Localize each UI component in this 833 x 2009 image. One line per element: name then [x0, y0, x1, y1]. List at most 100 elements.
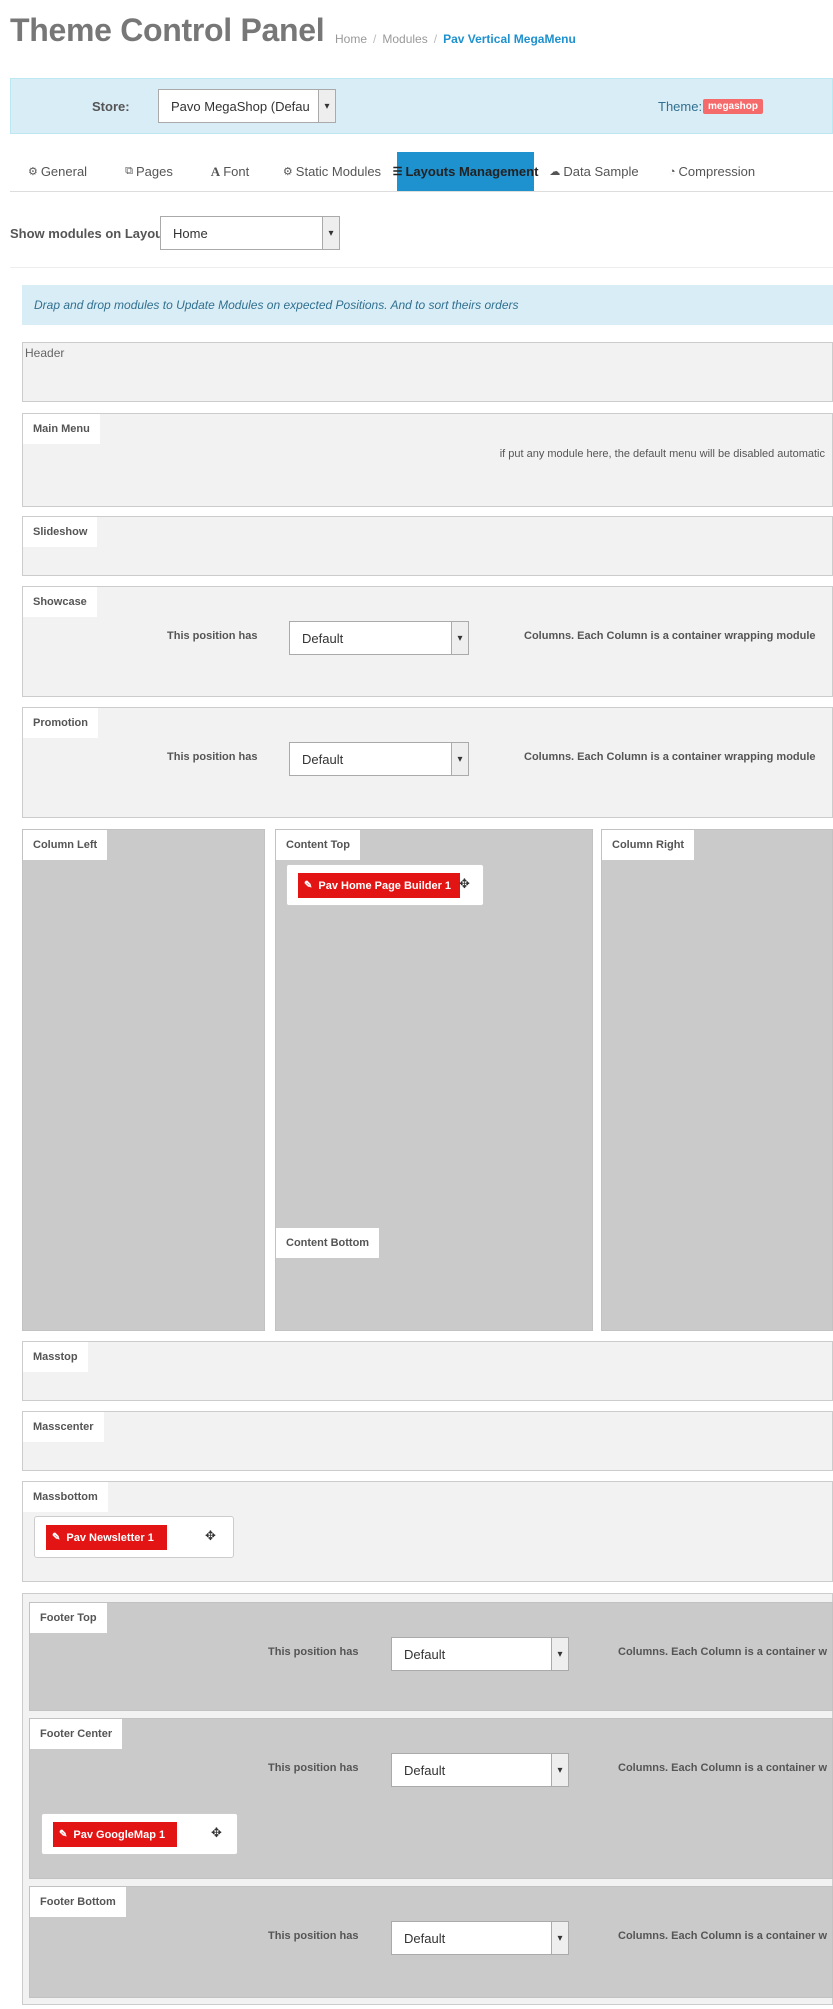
layout-label: Show modules on Layout: [10, 226, 168, 241]
tab-bar: ⚙ General ⧉ Pages A Font ⚙ Static Modules ☰ L…: [10, 152, 833, 192]
pages-icon: ⧉: [125, 165, 133, 177]
dashboard-icon: ◔: [668, 165, 676, 178]
module-edit-button[interactable]: ✎ Pav Newsletter 1: [46, 1525, 167, 1550]
position-title: Column Right: [602, 830, 695, 860]
chevron-down-icon: ▾: [318, 90, 335, 122]
tab-layouts-management[interactable]: ☰ Layouts Management: [393, 152, 538, 191]
gear-icon: ⚙: [27, 166, 38, 178]
info-alert: Drap and drop modules to Update Modules …: [22, 285, 833, 325]
columns-select-value: Default: [404, 1762, 446, 1778]
module-edit-button[interactable]: ✎ Pav Home Page Builder 1: [298, 873, 460, 898]
tab-label: Data Sample: [563, 164, 639, 179]
move-icon[interactable]: ✥: [459, 876, 470, 892]
position-footer-bottom[interactable]: Footer Bottom This position has Default …: [29, 1886, 833, 1998]
tab-data-sample[interactable]: ☁ Data Sample: [534, 152, 654, 191]
columns-select[interactable]: Default ▾: [391, 1921, 569, 1955]
module-card[interactable]: ✎ Pav GoogleMap 1 ✥: [41, 1813, 238, 1855]
position-title: Footer Bottom: [30, 1887, 126, 1917]
layout-select-value: Home: [173, 225, 208, 241]
position-footer-top[interactable]: Footer Top This position has Default ▾ C…: [29, 1602, 833, 1711]
columns-select[interactable]: Default ▾: [391, 1637, 569, 1671]
position-slideshow[interactable]: Slideshow: [22, 516, 833, 576]
columns-select-value: Default: [404, 1646, 446, 1662]
position-header[interactable]: Header: [22, 342, 833, 402]
list-icon: ☰: [392, 166, 403, 178]
tab-pages[interactable]: ⧉ Pages: [105, 152, 193, 191]
position-title: Footer Top: [30, 1603, 107, 1633]
columns-select[interactable]: Default ▾: [391, 1753, 569, 1787]
divider: [10, 267, 833, 268]
position-column-right[interactable]: Column Right: [601, 829, 833, 1331]
move-icon[interactable]: ✥: [211, 1825, 222, 1841]
position-title: Masstop: [23, 1342, 88, 1372]
theme-badge: megashop: [703, 99, 764, 114]
position-promotion[interactable]: Promotion This position has Default ▾ Co…: [22, 707, 833, 818]
position-mainmenu[interactable]: Main Menu if put any module here, the de…: [22, 413, 833, 507]
columns-label: This position has: [167, 751, 258, 763]
tab-compression[interactable]: ◔ Compression: [654, 152, 770, 191]
columns-description: Columns. Each Column is a container w: [618, 1646, 828, 1658]
position-title: Content Bottom: [276, 1228, 380, 1258]
layout-select[interactable]: Home ▾: [160, 216, 340, 250]
pencil-icon: ✎: [52, 1532, 61, 1543]
module-edit-button[interactable]: ✎ Pav GoogleMap 1: [53, 1822, 177, 1847]
module-name: Pav Newsletter 1: [66, 1531, 154, 1544]
tab-static-modules[interactable]: ⚙ Static Modules: [267, 152, 397, 191]
position-showcase[interactable]: Showcase This position has Default ▾ Col…: [22, 586, 833, 697]
position-masscenter[interactable]: Masscenter: [22, 1411, 833, 1471]
store-select-value: Pavo MegaShop (Defau: [171, 98, 310, 114]
position-massbottom[interactable]: Massbottom ✎ Pav Newsletter 1 ✥: [22, 1481, 833, 1582]
tab-general[interactable]: ⚙ General: [10, 152, 105, 191]
store-select[interactable]: Pavo MegaShop (Defau ▾: [158, 89, 336, 123]
position-title: Massbottom: [23, 1482, 108, 1512]
chevron-down-icon: ▾: [551, 1754, 568, 1786]
module-name: Pav GoogleMap 1: [73, 1828, 166, 1841]
position-footer-center[interactable]: Footer Center This position has Default …: [29, 1718, 833, 1879]
columns-select[interactable]: Default ▾: [289, 621, 469, 655]
tab-label: General: [40, 164, 88, 179]
position-title: Showcase: [23, 587, 97, 617]
position-content-top[interactable]: Content Top ✎ Pav Home Page Builder 1 ✥: [275, 829, 593, 1229]
module-name: Pav Home Page Builder 1: [318, 879, 452, 892]
position-title: Promotion: [23, 708, 98, 738]
chevron-down-icon: ▾: [551, 1922, 568, 1954]
position-title: Header: [25, 346, 65, 360]
mainmenu-note: if put any module here, the default menu…: [499, 448, 825, 460]
position-title: Main Menu: [23, 414, 100, 444]
chevron-down-icon: ▾: [322, 217, 339, 249]
columns-label: This position has: [268, 1930, 359, 1942]
columns-description: Columns. Each Column is a container w: [618, 1930, 828, 1942]
breadcrumb-current[interactable]: Pav Vertical MegaMenu: [443, 32, 576, 46]
store-label: Store:: [92, 99, 130, 114]
position-content-bottom[interactable]: Content Bottom: [275, 1228, 593, 1331]
breadcrumb-home[interactable]: Home: [335, 32, 367, 46]
columns-description: Columns. Each Column is a container w: [618, 1762, 828, 1774]
columns-select[interactable]: Default ▾: [289, 742, 469, 776]
columns-description: Columns. Each Column is a container wrap…: [524, 630, 816, 642]
font-icon: A: [210, 163, 221, 179]
module-card[interactable]: ✎ Pav Newsletter 1 ✥: [34, 1516, 234, 1558]
tab-label: Static Modules: [295, 164, 382, 179]
chevron-down-icon: ▾: [551, 1638, 568, 1670]
position-title: Masscenter: [23, 1412, 104, 1442]
position-masstop[interactable]: Masstop: [22, 1341, 833, 1401]
position-title: Footer Center: [30, 1719, 123, 1749]
page-title: Theme Control Panel: [10, 12, 325, 48]
pencil-icon: ✎: [304, 880, 313, 891]
move-icon[interactable]: ✥: [205, 1528, 216, 1544]
position-title: Slideshow: [23, 517, 98, 547]
breadcrumb: Home / Modules / Pav Vertical MegaMenu: [335, 32, 576, 46]
store-bar: Store: Pavo MegaShop (Defau ▾ Theme: meg…: [10, 78, 833, 134]
columns-select-value: Default: [302, 751, 344, 767]
tab-font[interactable]: A Font: [193, 152, 267, 191]
position-column-left[interactable]: Column Left: [22, 829, 265, 1331]
breadcrumb-modules[interactable]: Modules: [382, 32, 427, 46]
columns-select-value: Default: [302, 630, 344, 646]
position-title: Content Top: [276, 830, 360, 860]
tab-label: Layouts Management: [405, 164, 539, 179]
columns-select-value: Default: [404, 1930, 446, 1946]
module-card[interactable]: ✎ Pav Home Page Builder 1 ✥: [286, 864, 484, 906]
columns-label: This position has: [268, 1646, 359, 1658]
columns-label: This position has: [167, 630, 258, 642]
chevron-down-icon: ▾: [451, 622, 468, 654]
